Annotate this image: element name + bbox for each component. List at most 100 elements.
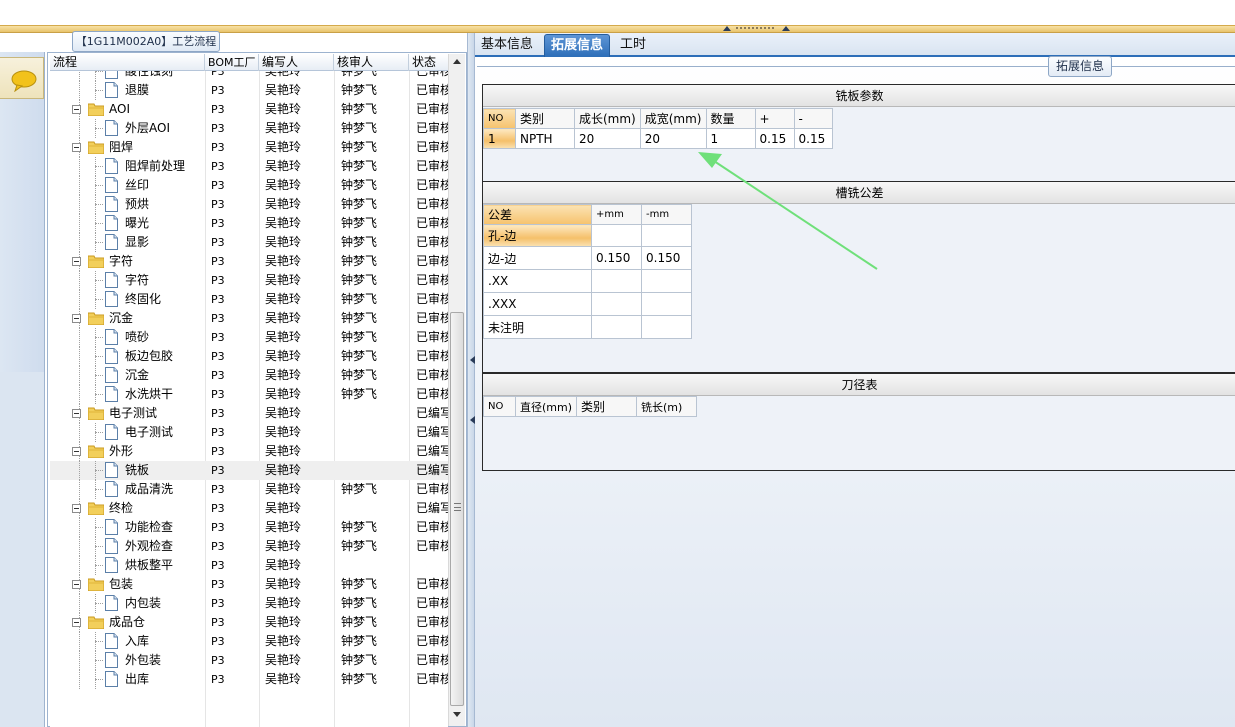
tolerance-row-label[interactable]: 孔-边 [483, 224, 592, 247]
milling-header-minus[interactable]: - [793, 108, 833, 129]
chat-bubble-icon[interactable] [11, 70, 37, 92]
expander-minus-icon[interactable] [72, 143, 81, 152]
tolerance-row-label[interactable]: 边-边 [483, 246, 592, 270]
milling-cell-plus[interactable]: 0.15 [754, 128, 795, 149]
tree-node-label[interactable]: 退膜 [125, 81, 149, 100]
tolerance-cell-minus[interactable] [641, 224, 692, 247]
tree-step-row[interactable]: 外观检查 P3 吴艳玲 钟梦飞 已审核 [50, 537, 448, 556]
tree-node-label[interactable]: 沉金 [125, 366, 149, 385]
milling-cell-width[interactable]: 20 [639, 128, 707, 149]
milling-cell-type[interactable]: NPTH [515, 128, 575, 149]
milling-cell-minus[interactable]: 0.15 [793, 128, 833, 149]
tree-node-label[interactable]: 成品仓 [109, 613, 145, 632]
scroll-down-icon[interactable] [449, 708, 465, 725]
tree-step-row[interactable]: 终固化 P3 吴艳玲 钟梦飞 已审核 [50, 290, 448, 309]
splitter-grip[interactable] [736, 27, 774, 30]
tree-step-row[interactable]: 酸性蚀刻 P3 吴艳玲 钟梦飞 已审核 [50, 71, 448, 81]
tree-step-row[interactable]: 水洗烘干 P3 吴艳玲 钟梦飞 已审核 [50, 385, 448, 404]
tree-step-row[interactable]: 铣板 P3 吴艳玲 已编写 [50, 461, 448, 480]
tree-node-label[interactable]: 电子测试 [125, 423, 173, 442]
tab-basic-info[interactable]: 基本信息 [475, 34, 539, 57]
expander-minus-icon[interactable] [72, 257, 81, 266]
tree-node-label[interactable]: 板边包胶 [125, 347, 173, 366]
tolerance-cell-plus[interactable] [591, 292, 642, 316]
milling-header-length[interactable]: 成长(mm) [574, 108, 641, 129]
table-row[interactable]: 未注明 [483, 315, 692, 339]
tolerance-row-label[interactable]: .XXX [483, 292, 592, 316]
scroll-up-icon[interactable] [449, 54, 465, 71]
expander-minus-icon[interactable] [72, 618, 81, 627]
expander-minus-icon[interactable] [72, 105, 81, 114]
collapse-up-arrow-icon[interactable] [723, 25, 731, 31]
tree-step-row[interactable]: 喷砂 P3 吴艳玲 钟梦飞 已审核 [50, 328, 448, 347]
milling-cell-no[interactable]: 1 [483, 128, 516, 149]
tree-node-label[interactable]: 内包装 [125, 594, 161, 613]
table-row[interactable]: 1 NPTH 20 20 1 0.15 0.15 [483, 128, 833, 149]
column-header-flow[interactable]: 流程 [50, 54, 205, 71]
tree-node-label[interactable]: 电子测试 [109, 404, 157, 423]
table-row[interactable]: 边-边 0.150 0.150 [483, 246, 692, 270]
tree-node-label[interactable]: 外包装 [125, 651, 161, 670]
tree-step-row[interactable]: 出库 P3 吴艳玲 钟梦飞 已审核 [50, 670, 448, 689]
tool-header-length[interactable]: 铣长(m) [636, 396, 698, 417]
tree-node-label[interactable]: 显影 [125, 233, 149, 252]
tolerance-cell-minus[interactable]: 0.150 [641, 246, 692, 270]
table-row[interactable]: .XXX [483, 292, 692, 316]
milling-cell-length[interactable]: 20 [574, 128, 641, 149]
expander-minus-icon[interactable] [72, 580, 81, 589]
milling-header-qty[interactable]: 数量 [705, 108, 756, 129]
tolerance-header-minus[interactable]: -mm [641, 204, 692, 225]
tolerance-cell-minus[interactable] [641, 292, 692, 316]
tree-group-row[interactable]: AOI P3 吴艳玲 钟梦飞 已审核 [50, 100, 448, 119]
tree-node-label[interactable]: 酸性蚀刻 [125, 71, 173, 81]
grid-vertical-scrollbar[interactable] [448, 54, 465, 726]
tree-step-row[interactable]: 内包装 P3 吴艳玲 钟梦飞 已审核 [50, 594, 448, 613]
tolerance-header-plus[interactable]: +mm [591, 204, 642, 225]
tree-step-row[interactable]: 阻焊前处理 P3 吴艳玲 钟梦飞 已审核 [50, 157, 448, 176]
tree-step-row[interactable]: 曝光 P3 吴艳玲 钟梦飞 已审核 [50, 214, 448, 233]
column-header-bom[interactable]: BOM工厂 [205, 54, 259, 71]
milling-header-type[interactable]: 类别 [515, 108, 575, 129]
tolerance-row-label[interactable]: 未注明 [483, 315, 592, 339]
collapse-up-arrow-icon[interactable] [782, 25, 790, 31]
tree-step-row[interactable]: 外层AOI P3 吴艳玲 钟梦飞 已审核 [50, 119, 448, 138]
tolerance-cell-plus[interactable] [591, 224, 642, 247]
tree-group-row[interactable]: 沉金 P3 吴艳玲 钟梦飞 已审核 [50, 309, 448, 328]
tolerance-cell-plus[interactable]: 0.150 [591, 246, 642, 270]
tree-node-label[interactable]: 烘板整平 [125, 556, 173, 575]
column-header-writer[interactable]: 编写人 [259, 54, 334, 71]
table-row[interactable]: 孔-边 [483, 224, 692, 247]
tree-step-row[interactable]: 丝印 P3 吴艳玲 钟梦飞 已审核 [50, 176, 448, 195]
tolerance-cell-plus[interactable] [591, 269, 642, 293]
tree-node-label[interactable]: 字符 [109, 252, 133, 271]
tree-node-label[interactable]: 铣板 [125, 461, 149, 480]
tool-header-diameter[interactable]: 直径(mm) [514, 396, 578, 417]
expander-minus-icon[interactable] [72, 447, 81, 456]
tree-node-label[interactable]: 丝印 [125, 176, 149, 195]
tree-group-row[interactable]: 包装 P3 吴艳玲 钟梦飞 已审核 [50, 575, 448, 594]
scrollbar-thumb[interactable] [450, 312, 464, 706]
tree-node-label[interactable]: 终固化 [125, 290, 161, 309]
vertical-splitter[interactable] [467, 33, 475, 727]
tree-node-label[interactable]: 字符 [125, 271, 149, 290]
tree-node-label[interactable]: 终检 [109, 499, 133, 518]
tree-node-label[interactable]: 阻焊 [109, 138, 133, 157]
tree-step-row[interactable]: 外包装 P3 吴艳玲 钟梦飞 已审核 [50, 651, 448, 670]
tree-step-row[interactable]: 烘板整平 P3 吴艳玲 [50, 556, 448, 575]
tree-node-label[interactable]: 成品清洗 [125, 480, 173, 499]
tree-step-row[interactable]: 板边包胶 P3 吴艳玲 钟梦飞 已审核 [50, 347, 448, 366]
tree-node-label[interactable]: 预烘 [125, 195, 149, 214]
tool-header-type[interactable]: 类别 [576, 396, 638, 417]
tree-group-row[interactable]: 成品仓 P3 吴艳玲 钟梦飞 已审核 [50, 613, 448, 632]
milling-header-no[interactable]: NO [483, 108, 516, 129]
expander-minus-icon[interactable] [72, 504, 81, 513]
tree-node-label[interactable]: 喷砂 [125, 328, 149, 347]
tree-group-row[interactable]: 字符 P3 吴艳玲 钟梦飞 已审核 [50, 252, 448, 271]
column-header-status[interactable]: 状态 [409, 54, 448, 71]
tree-step-row[interactable]: 沉金 P3 吴艳玲 钟梦飞 已审核 [50, 366, 448, 385]
tree-step-row[interactable]: 预烘 P3 吴艳玲 钟梦飞 已审核 [50, 195, 448, 214]
tree-node-label[interactable]: 沉金 [109, 309, 133, 328]
tolerance-cell-minus[interactable] [641, 269, 692, 293]
tree-step-row[interactable]: 功能检查 P3 吴艳玲 钟梦飞 已审核 [50, 518, 448, 537]
tree-step-row[interactable]: 成品清洗 P3 吴艳玲 钟梦飞 已审核 [50, 480, 448, 499]
